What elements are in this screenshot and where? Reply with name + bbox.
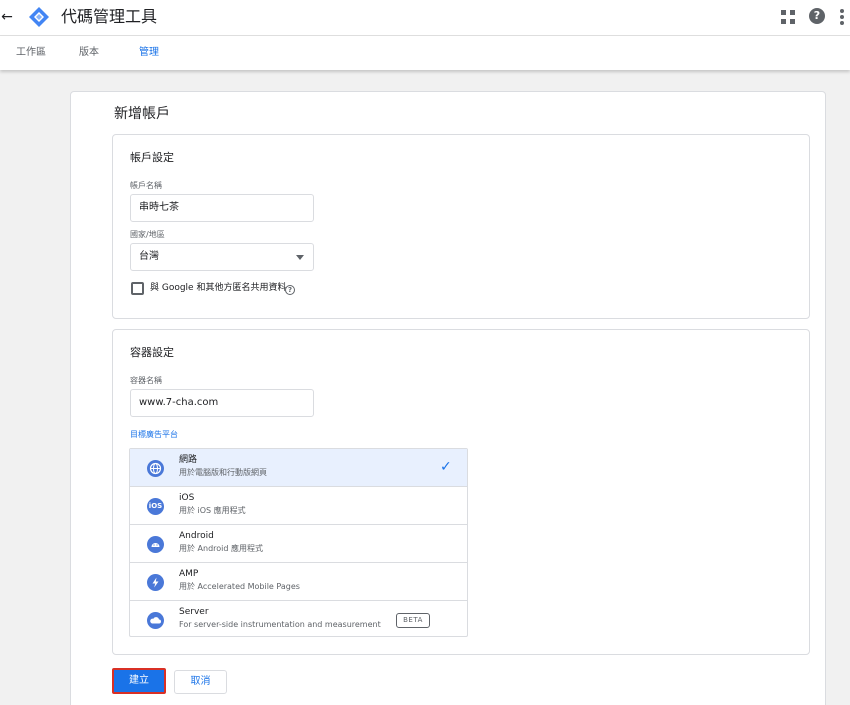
platform-desc: 用於 Android 應用程式 [179,544,264,553]
platform-option-server[interactable]: Server For server-side instrumentation a… [130,601,467,639]
app-title: 代碼管理工具 [61,7,158,26]
container-name-label: 容器名稱 [130,376,162,385]
platform-option-android[interactable]: Android 用於 Android 應用程式 [130,525,467,563]
create-button[interactable]: 建立 [112,668,166,694]
tab-workspace[interactable]: 工作區 [16,45,46,61]
android-icon [147,536,164,553]
platform-option-amp[interactable]: AMP 用於 Accelerated Mobile Pages [130,563,467,601]
container-section-title: 容器設定 [130,346,174,359]
platform-name: Android [179,531,214,541]
help-circle-icon[interactable]: ? [285,285,295,295]
container-name-input[interactable]: www.7-cha.com [130,389,314,417]
platform-desc: For server-side instrumentation and meas… [179,620,381,629]
cancel-button[interactable]: 取消 [174,670,227,694]
platform-name: iOS [179,493,195,503]
platform-desc: 用於 iOS 應用程式 [179,506,246,515]
tab-bar: 工作區 版本 管理 [0,36,850,70]
amp-bolt-icon [147,574,164,591]
help-icon[interactable]: ? [809,8,825,24]
platform-list: 網路 用於電腦版和行動版網頁 ✓ iOS iOS 用於 iOS 應用程式 And… [129,448,468,637]
share-data-checkbox[interactable] [131,282,144,295]
platform-option-web[interactable]: 網路 用於電腦版和行動版網頁 ✓ [130,449,467,487]
country-value: 台灣 [139,251,159,262]
page-title: 新增帳戶 [114,106,170,122]
platform-name: 網路 [179,455,198,465]
tab-admin[interactable]: 管理 [139,45,159,61]
beta-badge: BETA [396,613,430,628]
platform-option-ios[interactable]: iOS iOS 用於 iOS 應用程式 [130,487,467,525]
top-app-bar: ← 代碼管理工具 ? [0,0,850,36]
arrow-back-icon[interactable]: ← [0,6,14,28]
apps-grid-icon[interactable] [781,10,795,24]
country-select[interactable]: 台灣 [130,243,314,271]
account-section-title: 帳戶設定 [130,151,174,164]
tag-manager-logo[interactable] [28,6,50,28]
cloud-icon [147,612,164,629]
globe-icon [147,460,164,477]
country-label: 國家/地區 [130,230,165,239]
account-name-label: 帳戶名稱 [130,181,162,190]
platform-desc: 用於 Accelerated Mobile Pages [179,582,300,591]
account-name-input[interactable]: 串時七茶 [130,194,314,222]
platform-name: Server [179,607,209,617]
container-name-value: www.7-cha.com [139,397,219,408]
ios-icon: iOS [147,498,164,515]
check-icon: ✓ [440,459,452,475]
tab-versions[interactable]: 版本 [79,45,99,61]
share-data-label: 與 Google 和其他方匿名共用資料 [150,283,287,293]
platform-desc: 用於電腦版和行動版網頁 [179,468,267,477]
platform-name: AMP [179,569,199,579]
dropdown-arrow-icon [296,255,304,260]
target-platform-label: 目標廣告平台 [130,430,178,439]
account-name-value: 串時七茶 [139,202,179,213]
more-vert-icon[interactable] [840,9,844,25]
